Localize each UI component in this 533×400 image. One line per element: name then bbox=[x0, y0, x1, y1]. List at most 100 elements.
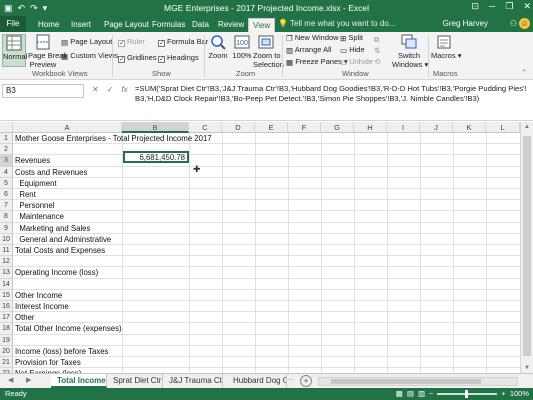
vertical-scroll-thumb[interactable] bbox=[523, 136, 531, 356]
row-header[interactable]: 12 bbox=[0, 256, 13, 268]
column-header-h[interactable]: H bbox=[354, 122, 387, 133]
minimize-button[interactable]: ─ bbox=[489, 1, 495, 12]
row-header[interactable]: 10 bbox=[0, 233, 13, 245]
sheet-tab-sprat-diet-ctr[interactable]: Sprat Diet Ctr bbox=[107, 374, 163, 388]
cell-a21[interactable]: Provision for Taxes bbox=[15, 357, 81, 368]
zoom-slider-thumb[interactable] bbox=[465, 390, 469, 398]
tab-data[interactable]: Data bbox=[188, 18, 213, 32]
column-header-j[interactable]: J bbox=[420, 122, 453, 133]
page-layout-view-button[interactable]: ▤ Page Layout bbox=[61, 37, 112, 47]
row-header[interactable]: 17 bbox=[0, 312, 13, 324]
formula-input[interactable]: =SUM('Sprat Diet Ctr'!B3,'J&J Trauma Ctr… bbox=[135, 84, 527, 104]
cell-a9[interactable]: Marketing and Sales bbox=[15, 223, 90, 234]
tab-file[interactable]: File bbox=[0, 16, 26, 32]
row-header[interactable]: 9 bbox=[0, 222, 13, 234]
zoom-button[interactable]: Zoom bbox=[207, 34, 229, 60]
row-header[interactable]: 15 bbox=[0, 289, 13, 301]
zoom-to-selection-button[interactable]: Zoom to Selection bbox=[253, 34, 284, 69]
column-header-c[interactable]: C bbox=[189, 122, 222, 133]
cell-a4[interactable]: Costs and Revenues bbox=[15, 167, 87, 178]
macros-button[interactable]: Macros ▾ bbox=[431, 34, 461, 60]
sheet-tab-jj-trauma-ctr[interactable]: J&J Trauma Ctr bbox=[163, 374, 223, 388]
feedback-smiley-icon[interactable]: ☺ bbox=[519, 18, 530, 29]
horizontal-scroll-thumb[interactable] bbox=[331, 379, 481, 384]
more-sheets-icon[interactable]: ... bbox=[288, 375, 294, 382]
cell-a11[interactable]: Total Costs and Expenses bbox=[15, 245, 105, 256]
cell-a6[interactable]: Rent bbox=[15, 189, 35, 200]
name-box[interactable]: B3 bbox=[2, 84, 84, 98]
column-header-d[interactable]: D bbox=[222, 122, 255, 133]
row-header[interactable]: 8 bbox=[0, 211, 13, 223]
ruler-checkbox[interactable]: ✓ Ruler bbox=[118, 37, 145, 47]
ribbon-display-icon[interactable]: ⊡ bbox=[471, 1, 479, 12]
sync-scrolling-icon[interactable]: ⇅ bbox=[374, 46, 380, 55]
add-sheet-button[interactable]: + bbox=[300, 375, 312, 387]
row-header[interactable]: 7 bbox=[0, 200, 13, 212]
view-side-by-side-icon[interactable]: ⧉ bbox=[374, 35, 379, 45]
cell-a20[interactable]: Income (loss) before Taxes bbox=[15, 346, 108, 357]
column-header-k[interactable]: K bbox=[453, 122, 486, 133]
cell-a7[interactable]: Personnel bbox=[15, 200, 54, 211]
column-header-b[interactable]: B bbox=[122, 122, 189, 133]
row-header[interactable]: 1 bbox=[0, 133, 13, 145]
insert-function-icon[interactable]: fx bbox=[121, 85, 127, 94]
enter-icon[interactable]: ✓ bbox=[107, 85, 114, 94]
page-break-preview-button[interactable]: Page Break Preview bbox=[28, 34, 67, 69]
normal-view-button[interactable]: Normal bbox=[2, 34, 27, 67]
cell-a8[interactable]: Maintenance bbox=[15, 211, 64, 222]
column-header-a[interactable]: A bbox=[13, 122, 122, 133]
row-header[interactable]: 13 bbox=[0, 267, 13, 279]
hide-button[interactable]: ▭ Hide bbox=[340, 45, 365, 55]
row-header[interactable]: 3 bbox=[0, 155, 13, 167]
formula-bar-checkbox[interactable]: ✓ Formula Bar bbox=[158, 37, 208, 47]
zoom-level[interactable]: 100% bbox=[510, 388, 529, 400]
horizontal-scrollbar[interactable] bbox=[318, 377, 518, 386]
sheet-tab-hubbard-dog[interactable]: Hubbard Dog Go bbox=[227, 374, 287, 388]
row-header[interactable]: 4 bbox=[0, 166, 13, 178]
cell-a10[interactable]: General and Adminstrative bbox=[15, 234, 111, 245]
share-button[interactable]: ⚇ bbox=[510, 19, 517, 28]
close-button[interactable]: ✕ bbox=[523, 1, 531, 12]
sheet-next-icon[interactable]: ▶ bbox=[26, 376, 31, 384]
user-name[interactable]: Greg Harvey bbox=[443, 19, 488, 28]
row-header[interactable]: 16 bbox=[0, 301, 13, 313]
cell-a16[interactable]: Interest Income bbox=[15, 301, 69, 312]
scroll-down-icon[interactable]: ▼ bbox=[524, 365, 530, 371]
maximize-button[interactable]: ❐ bbox=[505, 1, 513, 12]
tab-insert[interactable]: Insert bbox=[67, 18, 95, 32]
normal-view-status-icon[interactable]: ▦ bbox=[396, 388, 403, 400]
custom-views-button[interactable]: ▦ Custom Views bbox=[61, 51, 118, 61]
unhide-button[interactable]: ▭ Unhide bbox=[340, 57, 373, 67]
gridlines-checkbox[interactable]: ✓ Gridlines bbox=[118, 53, 157, 63]
cell-a18[interactable]: Total Other Income (expenses) bbox=[15, 323, 122, 334]
zoom-in-button[interactable]: + bbox=[501, 388, 505, 400]
arrange-all-button[interactable]: ▥ Arrange All bbox=[286, 45, 331, 55]
cell-a1[interactable]: Mother Goose Enterprises - Total Project… bbox=[15, 133, 212, 144]
row-header[interactable]: 11 bbox=[0, 245, 13, 257]
tab-page-layout[interactable]: Page Layout bbox=[100, 18, 153, 32]
column-header-i[interactable]: I bbox=[387, 122, 420, 133]
row-header[interactable]: 5 bbox=[0, 177, 13, 189]
row-header[interactable]: 2 bbox=[0, 144, 13, 156]
collapse-ribbon-icon[interactable]: ⌃ bbox=[521, 68, 527, 77]
scroll-up-icon[interactable]: ▲ bbox=[524, 124, 530, 130]
row-header[interactable]: 20 bbox=[0, 345, 13, 357]
row-header[interactable]: 21 bbox=[0, 357, 13, 369]
column-header-l[interactable]: L bbox=[486, 122, 520, 133]
tab-home[interactable]: Home bbox=[34, 18, 63, 32]
row-header[interactable]: 14 bbox=[0, 278, 13, 290]
zoom-100-button[interactable]: 100 100% bbox=[231, 34, 253, 60]
cell-b3[interactable]: 6,681,450.78 bbox=[123, 151, 189, 163]
new-window-button[interactable]: ❐ New Window bbox=[286, 33, 339, 43]
tell-me-box[interactable]: 💡 Tell me what you want to do... bbox=[278, 19, 395, 28]
page-break-status-icon[interactable]: ▥ bbox=[418, 388, 425, 400]
sheet-prev-icon[interactable]: ◀ bbox=[8, 376, 13, 384]
row-header[interactable]: 18 bbox=[0, 323, 13, 335]
zoom-out-button[interactable]: − bbox=[429, 388, 433, 400]
column-header-g[interactable]: G bbox=[321, 122, 354, 133]
tab-review[interactable]: Review bbox=[214, 18, 248, 32]
cancel-icon[interactable]: ✕ bbox=[92, 85, 99, 94]
row-header[interactable]: 19 bbox=[0, 334, 13, 346]
page-layout-status-icon[interactable]: ▤ bbox=[407, 388, 414, 400]
cell-a3[interactable]: Revenues bbox=[15, 155, 50, 166]
